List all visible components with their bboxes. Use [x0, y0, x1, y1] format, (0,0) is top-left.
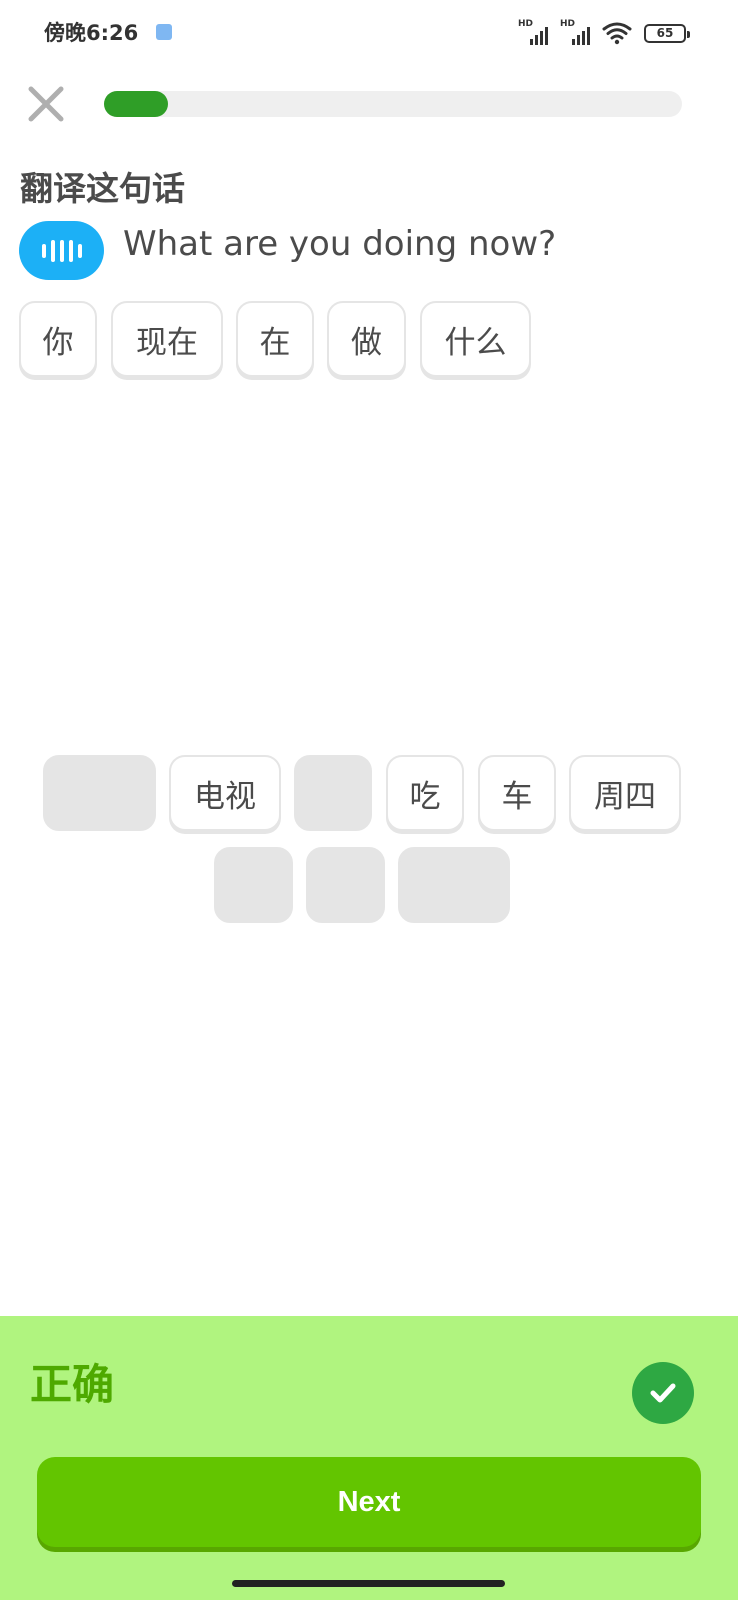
answer-tile[interactable]: 现在 [111, 301, 223, 377]
word-bank-tile[interactable]: 电视 [169, 755, 281, 831]
status-bar: 傍晚6:26 HD HD 65 [0, 0, 738, 64]
word-bank-slot-used [214, 847, 293, 923]
word-bank-slot-used [43, 755, 156, 831]
close-button[interactable] [24, 82, 68, 126]
word-bank-slot-used [398, 847, 510, 923]
battery-icon: 65 [644, 23, 690, 43]
close-icon [28, 86, 64, 122]
lesson-progress-fill [104, 91, 168, 117]
correct-badge [632, 1362, 694, 1424]
word-bank-tile[interactable]: 周四 [569, 755, 681, 831]
word-bank-tile[interactable]: 吃 [386, 755, 464, 831]
status-time: 傍晚6:26 [44, 21, 139, 45]
play-audio-button[interactable] [19, 221, 104, 280]
lesson-progress-bar [104, 91, 682, 117]
battery-level: 65 [656, 26, 674, 40]
answer-tile[interactable]: 做 [327, 301, 406, 377]
audio-wave-icon [41, 239, 82, 262]
checkmark-icon [650, 1383, 676, 1403]
status-icons: HD HD 65 [518, 19, 690, 46]
feedback-status: 正确 [30, 1360, 115, 1409]
wifi-icon [602, 22, 632, 45]
home-indicator[interactable] [232, 1580, 505, 1587]
answer-tile[interactable]: 在 [236, 301, 314, 377]
answer-tile[interactable]: 什么 [420, 301, 531, 377]
next-button[interactable]: Next [37, 1457, 701, 1547]
signal-icon: HD [560, 19, 590, 45]
word-bank-slot-used [294, 755, 372, 831]
answer-tile[interactable]: 你 [19, 301, 97, 377]
signal-icon: HD [518, 19, 548, 45]
notification-app-icon [156, 24, 172, 40]
prompt-title: 翻译这句话 [20, 169, 185, 208]
word-bank-tile[interactable]: 车 [478, 755, 556, 831]
word-bank-slot-used [306, 847, 385, 923]
prompt-sentence: What are you doing now? [123, 224, 557, 264]
feedback-panel: 正确 Next [0, 1316, 738, 1600]
